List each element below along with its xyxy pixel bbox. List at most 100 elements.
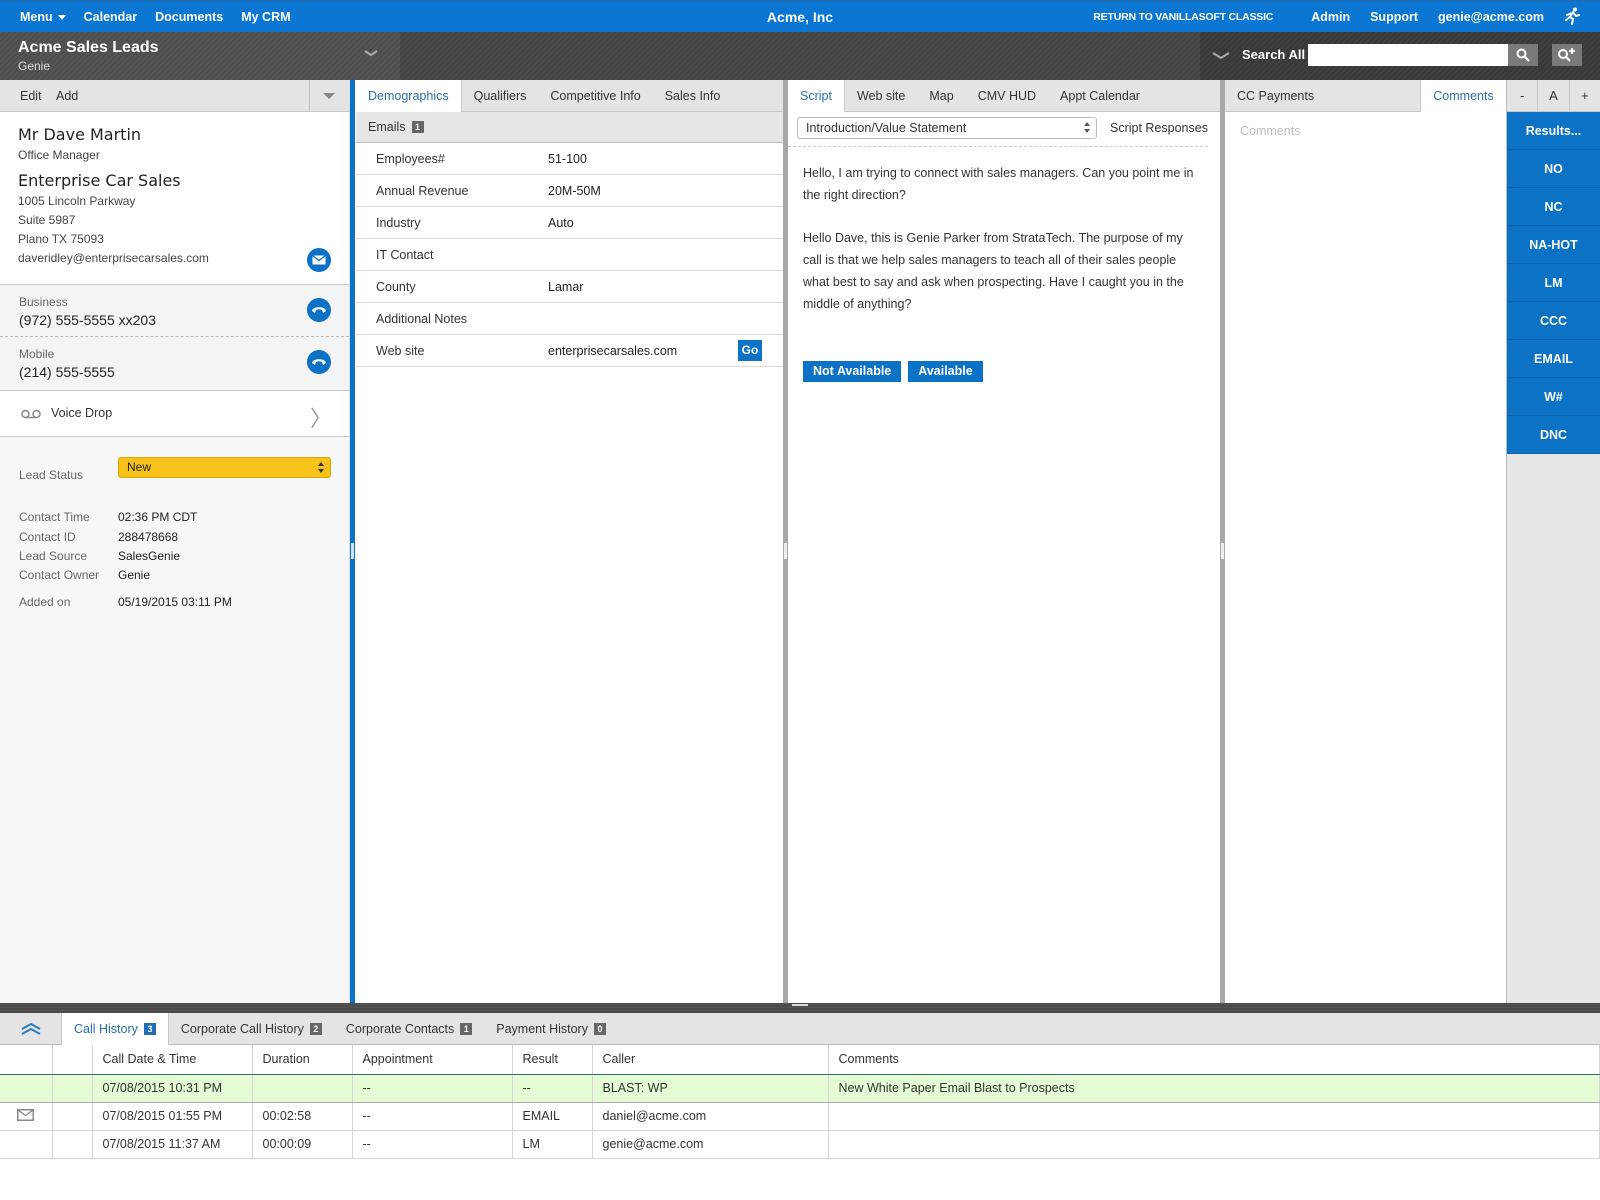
panel-resize-handle[interactable] — [0, 1003, 1600, 1013]
result-button-nc[interactable]: NC — [1507, 188, 1600, 226]
tab-script[interactable]: Script — [788, 80, 845, 112]
resize-grip[interactable] — [784, 543, 787, 559]
call-mobile-button[interactable] — [307, 350, 331, 374]
menu-button[interactable]: Menu — [20, 10, 66, 24]
top-nav-bar: Menu Calendar Documents My CRM Acme, Inc… — [0, 0, 1600, 32]
script-select[interactable]: Introduction/Value Statement — [797, 117, 1097, 139]
resize-grip[interactable] — [1221, 543, 1224, 559]
column-header-duration[interactable]: Duration — [252, 1045, 353, 1075]
column-header-comments[interactable]: Comments — [828, 1045, 1600, 1075]
phone-label: Business — [19, 295, 68, 309]
decrease-font-button[interactable]: - — [1507, 80, 1537, 111]
field-value[interactable]: Auto — [548, 216, 574, 230]
call-business-button[interactable] — [307, 298, 331, 322]
field-value[interactable]: Lamar — [548, 280, 583, 294]
tab-label: Corporate Contacts — [345, 1021, 455, 1036]
result-button-na-hot[interactable]: NA-HOT — [1507, 226, 1600, 264]
my-crm-link[interactable]: My CRM — [241, 10, 290, 24]
demographic-row: Employees# 51-100 — [356, 143, 783, 175]
comments-textarea[interactable]: Comments — [1240, 124, 1300, 138]
table-row[interactable]: 07/08/2015 01:55 PM 00:02:58 -- EMAIL da… — [0, 1102, 1600, 1131]
demographic-row: Industry Auto — [356, 207, 783, 239]
result-button-w[interactable]: W# — [1507, 378, 1600, 416]
column-header-caller[interactable]: Caller — [592, 1045, 829, 1075]
emails-section-header[interactable]: Emails 1 — [356, 112, 783, 143]
tab-qualifiers[interactable]: Qualifiers — [462, 80, 539, 111]
tab-corporate-call-history[interactable]: Corporate Call History 2 — [169, 1013, 334, 1044]
result-button-lm[interactable]: LM — [1507, 264, 1600, 302]
field-value: SalesGenie — [118, 549, 181, 563]
field-label: Contact Time — [19, 510, 90, 524]
result-button-email[interactable]: EMAIL — [1507, 340, 1600, 378]
table-row[interactable]: 07/08/2015 11:37 AM 00:00:09 -- LM genie… — [0, 1130, 1600, 1159]
script-responses-link[interactable]: Script Responses — [1110, 121, 1208, 135]
return-classic-link[interactable]: RETURN TO VANILLASOFT CLASSIC — [1093, 11, 1273, 23]
collapse-panel-button[interactable] — [0, 1013, 62, 1044]
cell-appointment: -- — [352, 1102, 513, 1131]
results-menu-button[interactable]: Results... — [1507, 112, 1600, 150]
tab-appt-calendar[interactable]: Appt Calendar — [1048, 80, 1152, 111]
table-row[interactable]: 07/08/2015 10:31 PM -- -- BLAST: WP New … — [0, 1074, 1600, 1103]
tab-comments[interactable]: Comments — [1421, 80, 1506, 112]
edit-button[interactable]: Edit — [20, 89, 42, 103]
voice-drop-row[interactable]: Voice Drop 〉 — [0, 390, 349, 437]
increase-font-button[interactable]: + — [1568, 80, 1600, 111]
column-header-appointment[interactable]: Appointment — [352, 1045, 513, 1075]
contact-card: Mr Dave Martin Office Manager Enterprise… — [0, 112, 349, 285]
available-button[interactable]: Available — [908, 361, 983, 382]
tab-competitive-info[interactable]: Competitive Info — [538, 80, 652, 111]
result-button-dnc[interactable]: DNC — [1507, 416, 1600, 454]
column-header-date[interactable]: Call Date & Time — [92, 1045, 253, 1075]
field-value[interactable]: 20M-50M — [548, 184, 601, 198]
field-label: IT Contact — [376, 248, 434, 262]
go-website-button[interactable]: Go — [738, 340, 762, 361]
lead-status-select[interactable]: New — [118, 457, 331, 478]
column-resize-handle[interactable] — [350, 80, 355, 1003]
field-label: Employees# — [376, 152, 445, 166]
reset-font-button[interactable]: A — [1537, 80, 1568, 111]
running-person-icon[interactable] — [1564, 7, 1580, 28]
add-button[interactable]: Add — [56, 89, 78, 103]
tab-web-site[interactable]: Web site — [845, 80, 917, 111]
field-value[interactable]: enterprisecarsales.com — [548, 344, 677, 358]
result-button-ccc[interactable]: CCC — [1507, 302, 1600, 340]
resize-grip[interactable] — [792, 1004, 808, 1006]
tab-cc-payments[interactable]: CC Payments — [1225, 80, 1421, 111]
contact-email[interactable]: daveridley@enterprisecarsales.com — [18, 251, 209, 265]
script-response-buttons: Not Available Available — [803, 361, 983, 382]
tab-call-history[interactable]: Call History 3 — [62, 1013, 169, 1045]
dropdown-arrow-icon[interactable] — [323, 93, 335, 99]
tab-sales-info[interactable]: Sales Info — [653, 80, 733, 111]
result-button-no[interactable]: NO — [1507, 150, 1600, 188]
tab-map[interactable]: Map — [917, 80, 965, 111]
caret-down-icon — [57, 15, 66, 21]
column-header-select — [52, 1045, 93, 1075]
support-link[interactable]: Support — [1370, 10, 1418, 24]
tab-payment-history[interactable]: Payment History 0 — [484, 1013, 618, 1044]
field-label: Additional Notes — [376, 312, 468, 326]
field-label: Added on — [19, 595, 71, 609]
search-input[interactable] — [1308, 44, 1508, 66]
tab-demographics[interactable]: Demographics — [356, 80, 462, 112]
admin-link[interactable]: Admin — [1311, 10, 1350, 24]
column-header-result[interactable]: Result — [512, 1045, 593, 1075]
search-button[interactable] — [1508, 44, 1538, 66]
tab-cmv-hud[interactable]: CMV HUD — [966, 80, 1048, 111]
resize-grip[interactable] — [351, 543, 354, 559]
chevron-down-icon[interactable] — [1212, 48, 1230, 62]
header-band: Acme Sales Leads Genie Search All — [0, 32, 1600, 80]
user-email-link[interactable]: genie@acme.com — [1438, 10, 1544, 24]
campaign-selector[interactable]: Acme Sales Leads Genie — [0, 32, 400, 80]
field-value[interactable]: 51-100 — [548, 152, 587, 166]
documents-link[interactable]: Documents — [155, 10, 223, 24]
cell-result: LM — [512, 1130, 593, 1159]
not-available-button[interactable]: Not Available — [803, 361, 902, 382]
advanced-search-button[interactable] — [1552, 44, 1582, 66]
send-email-button[interactable] — [307, 248, 331, 272]
mobile-phone-row: Mobile (214) 555-5555 — [0, 337, 349, 389]
chevron-right-icon: 〉 — [310, 407, 333, 432]
tab-corporate-contacts[interactable]: Corporate Contacts 1 — [334, 1013, 484, 1044]
campaign-user: Genie — [18, 59, 51, 73]
chevron-down-icon[interactable] — [364, 46, 378, 60]
calendar-link[interactable]: Calendar — [84, 10, 138, 24]
